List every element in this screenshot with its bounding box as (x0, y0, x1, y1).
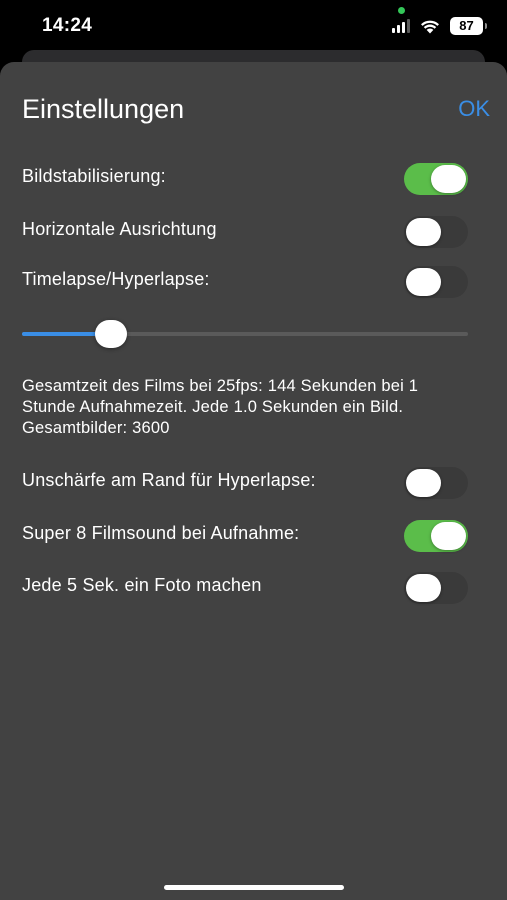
toggle-knob (431, 522, 466, 550)
status-icons: 87 (392, 16, 487, 36)
setting-row-timelapse: Timelapse/Hyperlapse: (22, 266, 468, 301)
film-duration-info: Gesamtzeit des Films bei 25fps: 144 Seku… (22, 377, 419, 437)
setting-row-super8-sound: Super 8 Filmsound bei Aufnahme: (22, 520, 468, 555)
ok-button[interactable]: OK (458, 96, 490, 122)
setting-label: Super 8 Filmsound bei Aufnahme: (22, 523, 300, 543)
setting-label: Jede 5 Sek. ein Foto machen (22, 575, 262, 595)
setting-label: Horizontale Ausrichtung (22, 219, 217, 239)
slider-thumb[interactable] (95, 320, 127, 348)
photo-interval-toggle[interactable] (404, 572, 468, 604)
interval-slider[interactable] (22, 320, 468, 348)
setting-row-photo-interval: Jede 5 Sek. ein Foto machen (22, 572, 468, 607)
battery-icon: 87 (450, 17, 487, 35)
status-time: 14:24 (42, 15, 93, 36)
toggle-knob (406, 218, 441, 246)
home-indicator[interactable] (164, 885, 344, 890)
timelapse-toggle[interactable] (404, 266, 468, 298)
setting-label: Bildstabilisierung: (22, 166, 166, 186)
page-title: Einstellungen (22, 94, 185, 124)
setting-label: Timelapse/Hyperlapse: (22, 269, 210, 289)
edge-blur-toggle[interactable] (404, 467, 468, 499)
setting-row-edge-blur: Unschärfe am Rand für Hyperlapse: (22, 467, 468, 502)
toggle-knob (406, 574, 441, 602)
setting-row-image-stabilization: Bildstabilisierung: (22, 163, 468, 198)
toggle-knob (406, 268, 441, 296)
toggle-knob (406, 469, 441, 497)
settings-sheet: Einstellungen OK Bildstabilisierung: Hor… (0, 62, 507, 900)
cellular-signal-icon (392, 19, 410, 33)
horizontal-alignment-toggle[interactable] (404, 216, 468, 248)
wifi-icon (421, 20, 439, 33)
setting-label: Unschärfe am Rand für Hyperlapse: (22, 470, 316, 490)
setting-row-horizontal-alignment: Horizontale Ausrichtung (22, 216, 468, 251)
status-bar: 14:24 87 (0, 0, 507, 52)
image-stabilization-toggle[interactable] (404, 163, 468, 195)
toggle-knob (431, 165, 466, 193)
screen: 14:24 87 Einstellungen OK Bildstabilisie… (0, 0, 507, 900)
super8-sound-toggle[interactable] (404, 520, 468, 552)
privacy-indicator-dot (398, 7, 405, 14)
